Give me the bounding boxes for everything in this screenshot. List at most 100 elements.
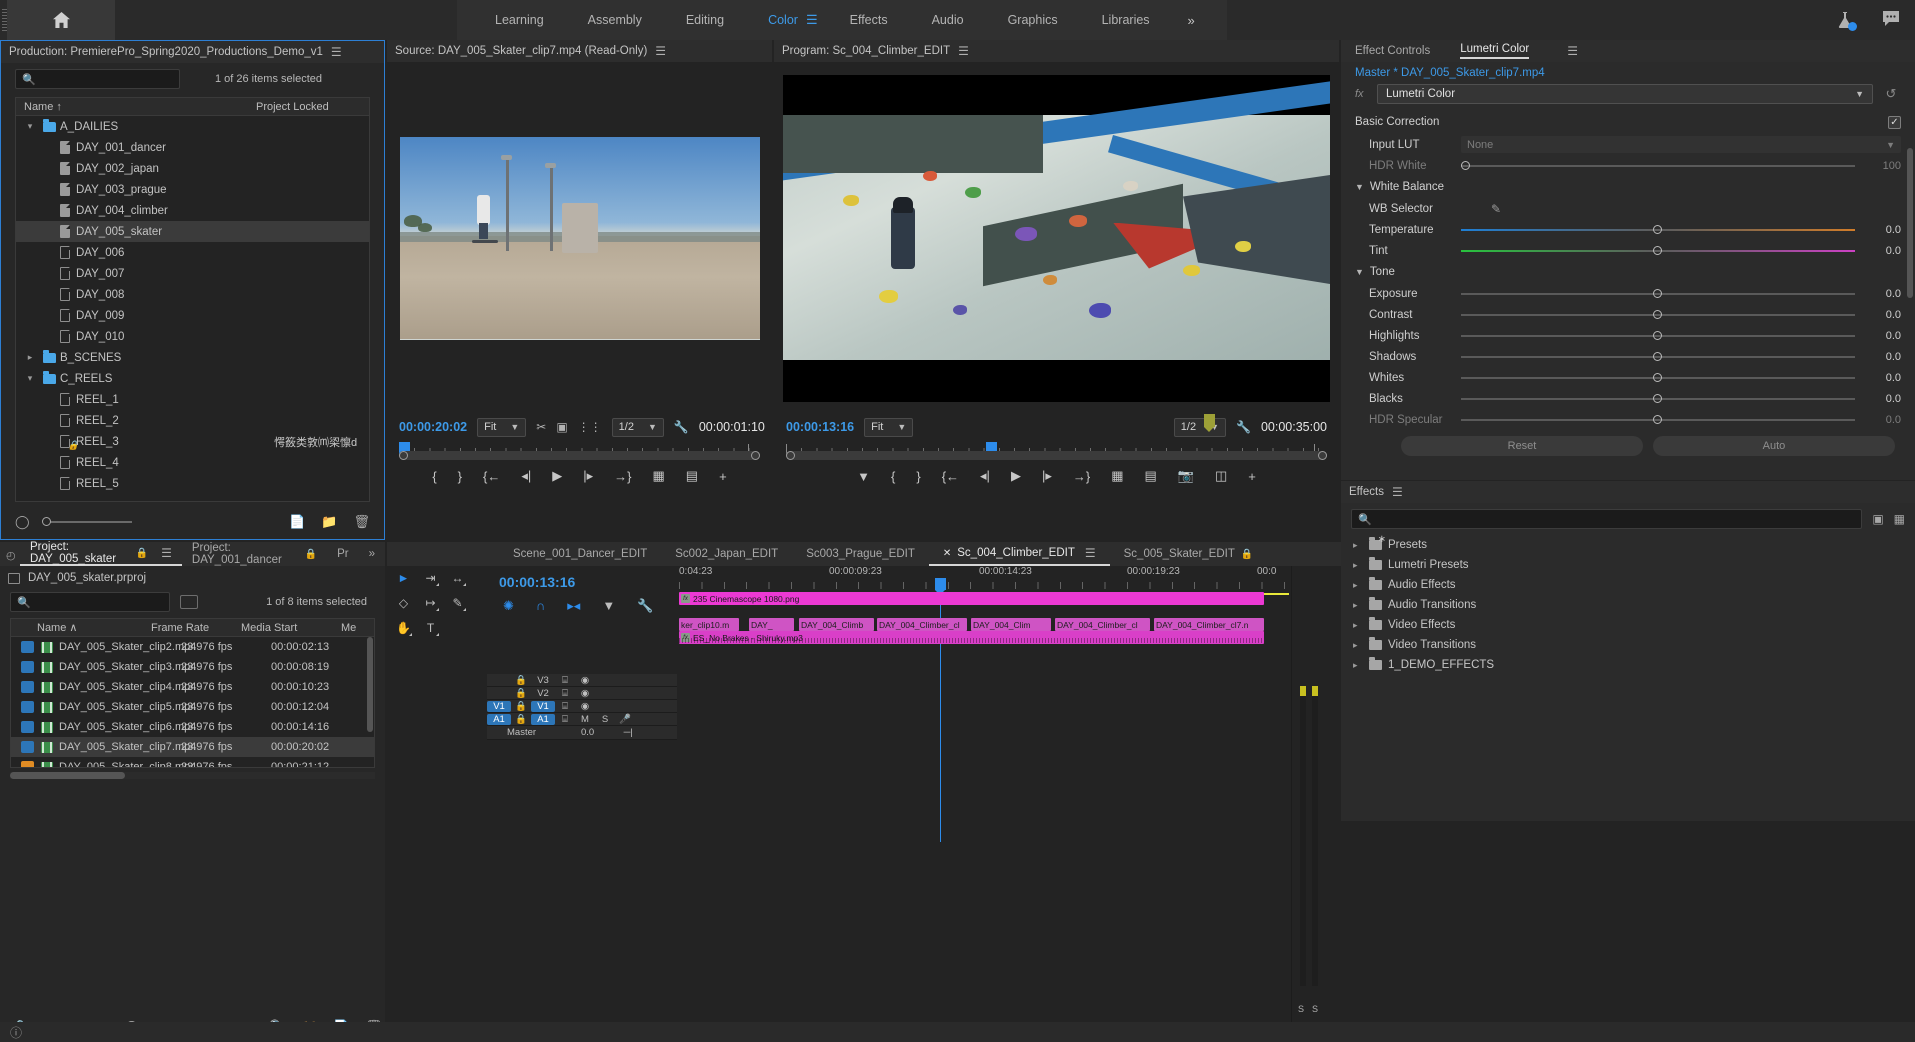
input-lut-select[interactable]: None ▼ xyxy=(1461,136,1901,153)
production-tree-item[interactable]: REEL_4 xyxy=(16,452,369,473)
source-scrub-track[interactable] xyxy=(399,451,760,460)
production-tree-item[interactable]: ▾ A_DAILIES xyxy=(16,116,369,137)
lumetri-scrollbar[interactable] xyxy=(1907,148,1913,418)
basic-correction-checkbox[interactable]: ✓ xyxy=(1888,115,1901,129)
timeline-clip[interactable]: DAY_004_Climb xyxy=(799,618,874,631)
timeline-ruler[interactable]: 0:04:23 00:00:09:23 00:00:14:23 00:00:19… xyxy=(679,566,1289,595)
param-slider[interactable] xyxy=(1461,371,1855,385)
chevron-right-icon[interactable]: ▸ xyxy=(1353,640,1363,651)
timeline-clip[interactable]: DAY_004_Climber_cl xyxy=(877,618,967,631)
program-scrub-right-handle[interactable] xyxy=(1318,451,1327,460)
comparison-view-icon[interactable]: ◫ xyxy=(1215,468,1227,484)
timeline-clip[interactable]: DAY_004_Climber_cl7.n xyxy=(1154,618,1264,631)
tone-header[interactable]: ▼ Tone xyxy=(1341,261,1915,283)
param-slider[interactable] xyxy=(1461,244,1855,258)
source-current-time[interactable]: 00:00:20:02 xyxy=(399,420,467,434)
step-back-icon[interactable]: ◂| xyxy=(980,468,990,484)
source-ruler[interactable] xyxy=(399,442,760,460)
source-zoom-select[interactable]: Fit ▼ xyxy=(477,417,527,437)
sequence-tab-sc-004-climber[interactable]: ✕ Sc_004_Climber_EDIT ☰ xyxy=(928,542,1110,566)
program-current-time[interactable]: 00:00:13:16 xyxy=(786,420,854,434)
column-header-name[interactable]: Name ↑ xyxy=(16,101,256,113)
toggle-track-output-icon[interactable]: ◉ xyxy=(575,688,595,699)
lock-icon[interactable]: 🔒 xyxy=(511,714,531,725)
go-to-out-icon[interactable]: →} xyxy=(614,469,631,484)
step-forward-icon[interactable]: |▸ xyxy=(583,468,593,484)
effects-tree-item[interactable]: ▸ Presets xyxy=(1341,534,1915,555)
production-tree-item[interactable]: DAY_001_dancer xyxy=(16,137,369,158)
param-value[interactable]: 0.0 xyxy=(1855,372,1901,384)
timeline-playhead-time[interactable]: 00:00:13:16 xyxy=(487,566,677,590)
program-monitor-stage[interactable] xyxy=(774,62,1339,414)
white-balance-header[interactable]: ▼ White Balance xyxy=(1341,176,1915,198)
production-tree-item[interactable]: ▸ B_SCENES xyxy=(16,347,369,368)
track-target-toggle[interactable]: A1 xyxy=(487,713,511,725)
mute-track-icon[interactable]: M xyxy=(575,714,595,725)
column-header-name[interactable]: Name ∧ xyxy=(11,621,151,634)
lumetri-panel-menu-icon[interactable]: ☰ xyxy=(1567,44,1578,58)
lift-icon[interactable]: ▦ xyxy=(1111,468,1123,484)
table-row[interactable]: DAY_005_Skater_clip7.mp4 23.976 fps 00:00:… xyxy=(11,737,374,757)
source-panel-menu-icon[interactable]: ☰ xyxy=(655,44,666,58)
column-header-project-locked[interactable]: Project Locked xyxy=(256,101,329,113)
program-scrub-track[interactable] xyxy=(786,451,1327,460)
source-add-button-icon[interactable]: + xyxy=(719,469,727,484)
step-forward-icon[interactable]: |▸ xyxy=(1042,468,1052,484)
param-value[interactable]: 0.0 xyxy=(1855,309,1901,321)
hand-tool-icon[interactable]: ✋ xyxy=(396,620,412,636)
master-level[interactable]: 0.0 xyxy=(581,727,594,738)
sequence-tab-sc003-prague[interactable]: Sc003_Prague_EDIT xyxy=(792,542,929,566)
program-zoom-select[interactable]: Fit ▼ xyxy=(864,417,914,437)
production-zoom-slider[interactable] xyxy=(41,517,132,526)
param-slider[interactable] xyxy=(1461,413,1855,427)
add-marker-icon[interactable]: ▼ xyxy=(857,469,870,484)
project-tabs-overflow-icon[interactable]: » xyxy=(359,542,385,566)
workspace-tab-learning[interactable]: Learning xyxy=(473,0,566,40)
chevron-down-icon[interactable]: ▾ xyxy=(22,121,38,132)
project-filter-icon[interactable] xyxy=(180,595,198,609)
mark-out-icon[interactable]: } xyxy=(458,469,462,484)
chevron-right-icon[interactable]: ▸ xyxy=(22,352,38,363)
param-slider[interactable] xyxy=(1461,392,1855,406)
accelerated-effects-icon[interactable]: ▣ xyxy=(1872,512,1883,526)
table-row[interactable]: DAY_005_Skater_clip2.mp4 23.976 fps 00:00:… xyxy=(11,637,374,657)
chevron-right-icon[interactable]: ▸ xyxy=(1353,540,1363,551)
production-tree-item[interactable]: DAY_010 xyxy=(16,326,369,347)
meter-label-right[interactable]: S xyxy=(1312,1004,1318,1014)
param-slider[interactable] xyxy=(1461,287,1855,301)
notification-icon[interactable]: ⓘ xyxy=(10,1024,22,1041)
param-value[interactable]: 0.0 xyxy=(1855,330,1901,342)
source-monitor-stage[interactable] xyxy=(387,62,772,414)
32bit-color-icon[interactable]: ▦ xyxy=(1894,512,1905,526)
param-value[interactable]: 0.0 xyxy=(1855,245,1901,257)
param-slider[interactable] xyxy=(1461,223,1855,237)
export-frame-icon[interactable]: 📷 xyxy=(1178,468,1194,484)
sequence-tab-sc002-japan[interactable]: Sc002_Japan_EDIT xyxy=(661,542,792,566)
go-to-in-icon[interactable]: {← xyxy=(942,469,959,484)
tab-lumetri-color[interactable]: Lumetri Color xyxy=(1460,43,1530,59)
track-target-toggle[interactable]: V1 xyxy=(487,700,511,712)
program-add-button-icon[interactable]: + xyxy=(1248,469,1256,484)
chevron-down-icon[interactable]: ▾ xyxy=(22,373,38,384)
play-icon[interactable]: ▶ xyxy=(1011,468,1021,484)
sync-lock-icon[interactable]: ⌸ xyxy=(555,701,575,712)
workspace-overflow-icon[interactable]: » xyxy=(1172,0,1211,40)
source-resolution-select[interactable]: 1/2 ▼ xyxy=(611,417,664,437)
ripple-edit-tool-icon[interactable]: ↔ xyxy=(450,570,466,586)
razor-tool-icon[interactable]: ◇ xyxy=(396,595,411,610)
lumetri-reset-button[interactable]: Reset xyxy=(1401,436,1643,456)
chevron-right-icon[interactable]: ▸ xyxy=(1353,600,1363,611)
program-ruler[interactable] xyxy=(786,414,1327,460)
column-header-media-start[interactable]: Media Start xyxy=(241,622,341,634)
extract-icon[interactable]: ▤ xyxy=(1144,468,1156,484)
table-row[interactable]: DAY_005_Skater_clip6.mp4 23.976 fps 00:00:… xyxy=(11,717,374,737)
meter-label-left[interactable]: S xyxy=(1298,1004,1304,1014)
program-wrench-icon[interactable]: 🔧 xyxy=(1236,420,1251,434)
mark-in-icon[interactable]: { xyxy=(891,469,895,484)
production-tree-item[interactable]: DAY_002_japan xyxy=(16,158,369,179)
track-header-master[interactable]: Master 0.0 ─| xyxy=(487,726,677,740)
production-tree-item[interactable]: DAY_004_climber xyxy=(16,200,369,221)
add-marker-icon[interactable]: ▼ xyxy=(602,598,615,614)
source-scrub-right-handle[interactable] xyxy=(751,451,760,460)
column-header-frame-rate[interactable]: Frame Rate xyxy=(151,622,241,634)
